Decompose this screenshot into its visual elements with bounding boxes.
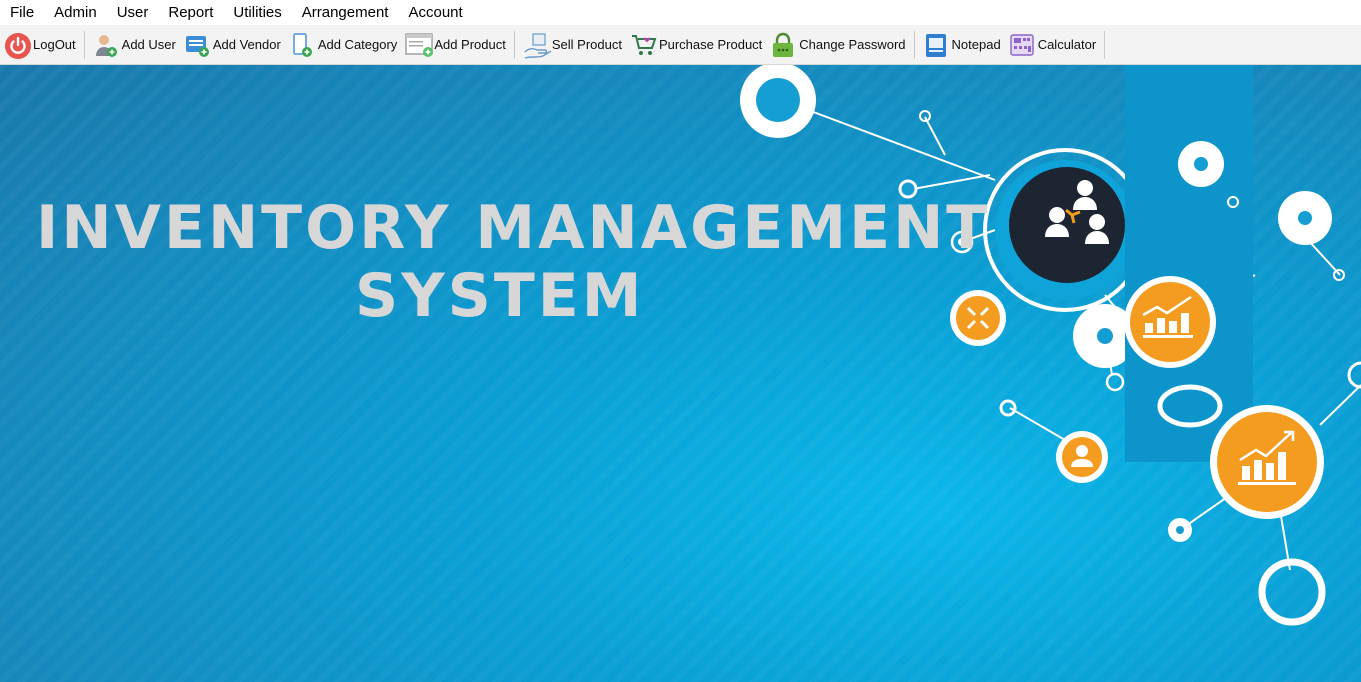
team-hub-node [1009, 167, 1125, 283]
menu-admin[interactable]: Admin [44, 0, 107, 25]
purchase-product-label: Purchase Product [658, 37, 763, 52]
growth-chart-node [1217, 412, 1317, 512]
logout-label: LogOut [33, 37, 76, 52]
menu-account[interactable]: Account [398, 0, 472, 25]
calculator-label: Calculator [1037, 37, 1097, 52]
change-password-button[interactable]: Change Password [766, 28, 909, 62]
overlay-panel [1125, 65, 1253, 462]
toolbar-separator [913, 30, 915, 59]
shopping-cart-icon [630, 32, 657, 58]
notepad-label: Notepad [951, 37, 1001, 52]
calculator-button[interactable]: Calculator [1005, 28, 1101, 62]
toolbar-separator [83, 30, 85, 59]
add-user-icon [93, 32, 119, 58]
menu-report[interactable]: Report [158, 0, 223, 25]
notepad-button[interactable]: Notepad [919, 28, 1005, 62]
lock-icon [770, 32, 796, 58]
add-vendor-button[interactable]: Add Vendor [180, 28, 285, 62]
menu-file[interactable]: File [0, 0, 44, 25]
sell-product-label: Sell Product [551, 37, 622, 52]
sell-product-button[interactable]: Sell Product [519, 28, 626, 62]
collapse-node [956, 296, 1000, 340]
menu-utilities[interactable]: Utilities [223, 0, 291, 25]
add-vendor-label: Add Vendor [212, 37, 281, 52]
hand-box-icon [523, 32, 552, 59]
menu-bar: File Admin User Report Utilities Arrange… [0, 0, 1361, 25]
add-user-label: Add User [121, 37, 176, 52]
calculator-icon [1009, 32, 1035, 58]
add-category-label: Add Category [317, 37, 398, 52]
menu-user[interactable]: User [107, 0, 159, 25]
toolbar-separator [513, 30, 515, 59]
add-product-icon [405, 32, 434, 58]
hero-title-line2: SYSTEM [355, 261, 645, 331]
hero-title-line1: INVENTORY MANAGEMENT [36, 193, 991, 263]
toolbar: LogOut Add User Add Vendor Add Category … [0, 25, 1361, 65]
add-product-button[interactable]: Add Product [401, 28, 510, 62]
toolbar-separator [1104, 30, 1106, 59]
purchase-product-button[interactable]: Purchase Product [626, 28, 766, 62]
add-category-button[interactable]: Add Category [285, 28, 402, 62]
hero-banner: INVENTORY MANAGEMENT SYSTEM [0, 65, 1361, 682]
logout-button[interactable]: LogOut [0, 28, 80, 62]
add-category-icon [289, 32, 315, 58]
notepad-icon [923, 32, 949, 58]
add-user-button[interactable]: Add User [89, 28, 180, 62]
power-icon [4, 32, 31, 59]
network-graphic [740, 65, 1361, 626]
add-product-label: Add Product [434, 37, 506, 52]
change-password-label: Change Password [799, 37, 906, 52]
menu-arrangement[interactable]: Arrangement [292, 0, 399, 25]
add-vendor-icon [184, 32, 210, 58]
